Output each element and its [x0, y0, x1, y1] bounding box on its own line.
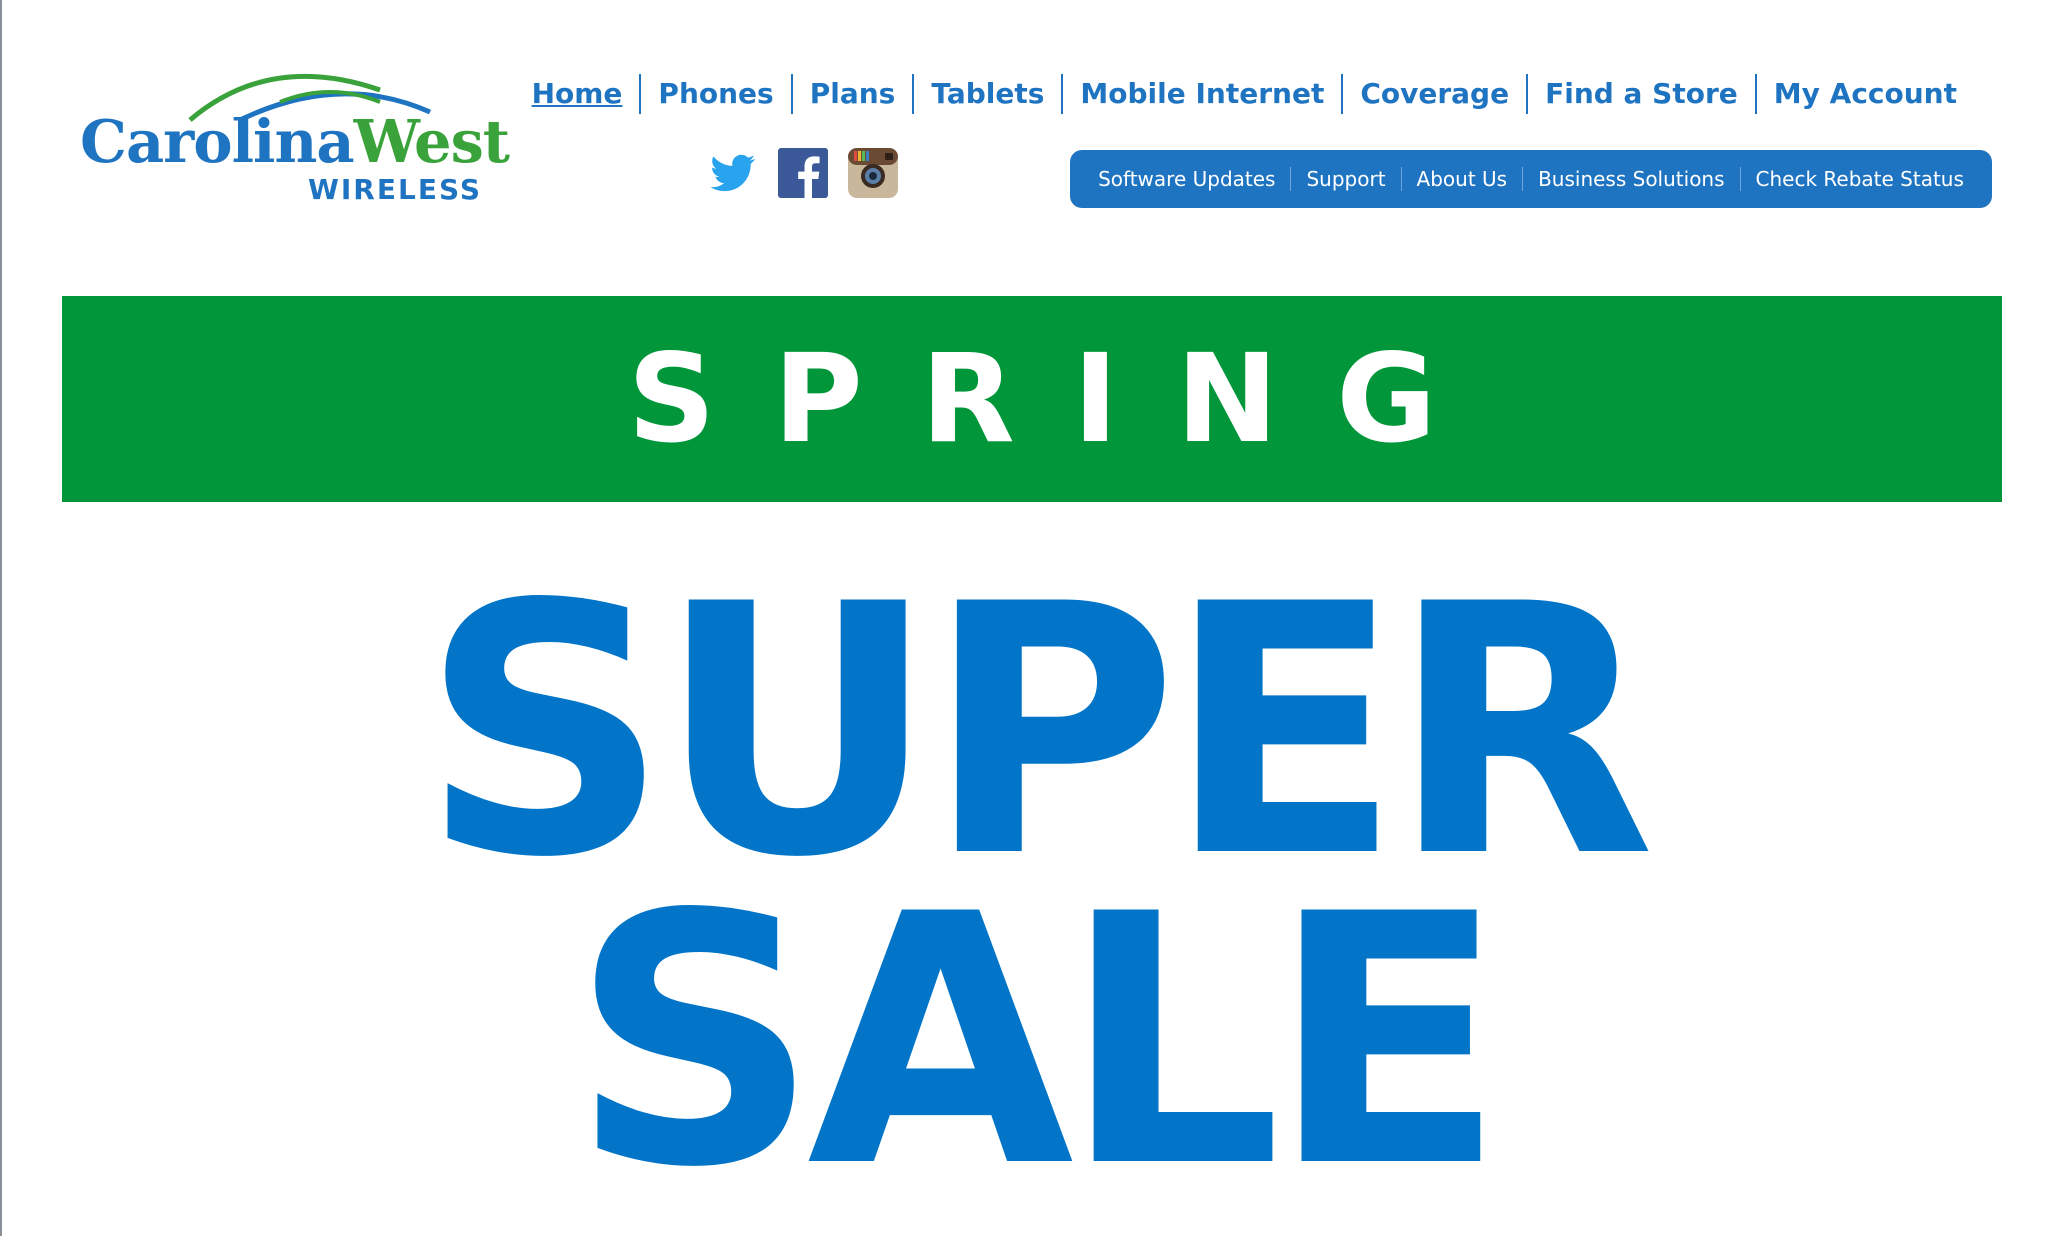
facebook-icon[interactable]	[778, 148, 828, 198]
nav-home-link[interactable]: Home	[515, 74, 640, 114]
subnav-check-rebate-status-link[interactable]: Check Rebate Status	[1739, 167, 1979, 191]
spring-banner[interactable]: SPRING	[62, 296, 2002, 502]
subnav-support-link[interactable]: Support	[1290, 167, 1400, 191]
logo-subtitle: WIRELESS	[308, 173, 483, 206]
nav-phones-link[interactable]: Phones	[639, 74, 790, 114]
spring-banner-text: SPRING	[627, 328, 1495, 470]
nav-mobile-internet-link[interactable]: Mobile Internet	[1061, 74, 1341, 114]
logo-word-carolina: Carolina	[80, 107, 355, 176]
logo-wordmark: CarolinaWest	[80, 112, 510, 171]
twitter-icon[interactable]	[708, 148, 758, 198]
subnav-software-updates-link[interactable]: Software Updates	[1083, 167, 1290, 191]
carolina-west-logo[interactable]: CarolinaWest WIRELESS	[80, 62, 510, 212]
nav-my-account-link[interactable]: My Account	[1754, 74, 1974, 114]
nav-find-a-store-link[interactable]: Find a Store	[1526, 74, 1755, 114]
instagram-icon[interactable]	[848, 148, 898, 198]
main-navigation: Home Phones Plans Tablets Mobile Interne…	[515, 74, 1974, 114]
subnav-business-solutions-link[interactable]: Business Solutions	[1522, 167, 1739, 191]
nav-coverage-link[interactable]: Coverage	[1341, 74, 1526, 114]
nav-plans-link[interactable]: Plans	[790, 74, 913, 114]
subnav-about-us-link[interactable]: About Us	[1400, 167, 1523, 191]
secondary-navigation: Software Updates Support About Us Busine…	[1070, 150, 1992, 208]
nav-tablets-link[interactable]: Tablets	[912, 74, 1061, 114]
social-links	[708, 148, 898, 198]
super-sale-headline-line2[interactable]: SALE	[0, 870, 2064, 1215]
logo-word-west: West	[353, 107, 510, 176]
